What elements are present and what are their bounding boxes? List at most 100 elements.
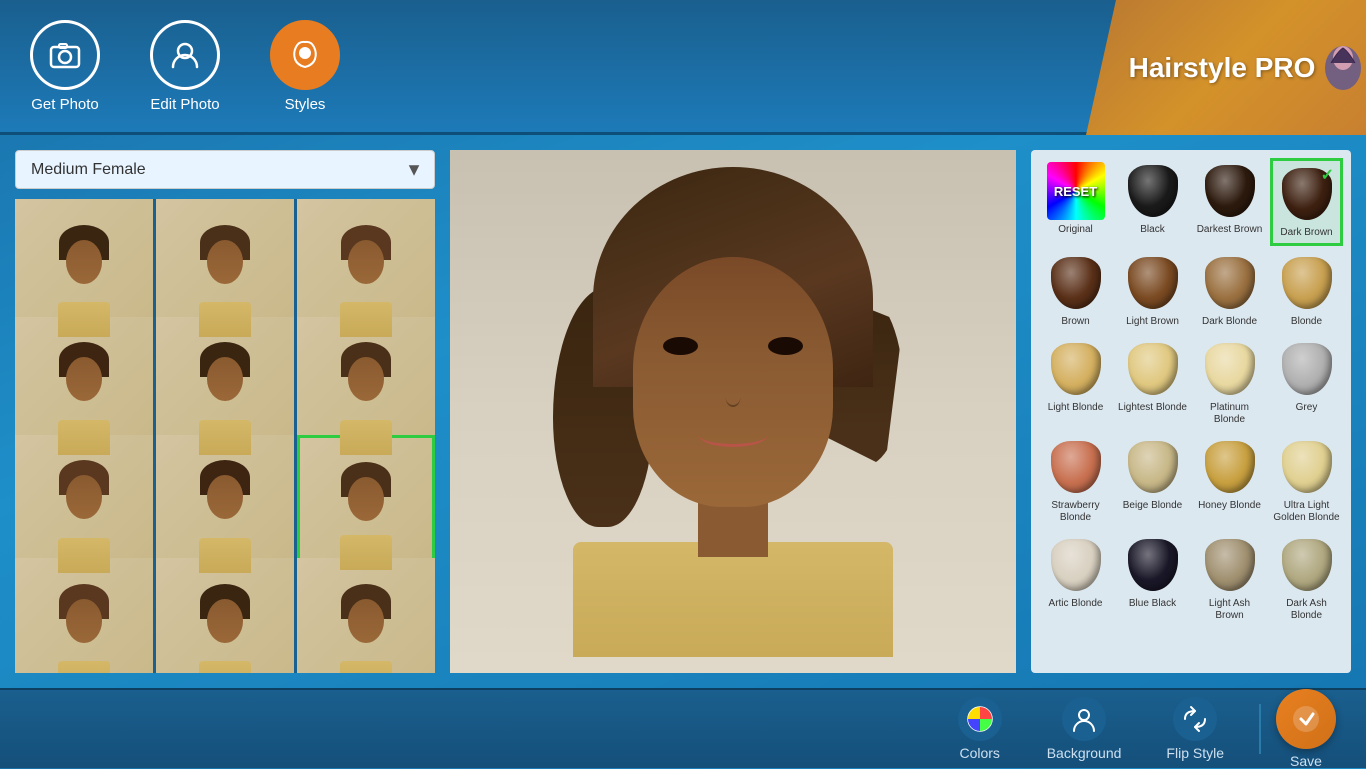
colors-button[interactable]: Colors <box>938 689 1022 769</box>
style-category-select[interactable]: Medium Female Short Female Long Female S… <box>15 150 435 189</box>
style-item-62[interactable]: 62 <box>156 435 294 573</box>
color-item-original[interactable]: RESET Original <box>1039 158 1112 246</box>
style-item-63[interactable]: ✓ <box>297 435 435 573</box>
hair-shape-brown <box>1051 257 1101 309</box>
color-grid: RESET Original Black Darkest Brown ✓Dark Bro… <box>1039 158 1343 626</box>
color-swatch-ultra-light-golden-blonde <box>1278 438 1336 496</box>
styles-label: Styles <box>285 96 326 113</box>
color-item-platinum-blonde[interactable]: Platinum Blonde <box>1193 336 1266 430</box>
color-swatch-lightest-blonde <box>1124 340 1182 398</box>
color-item-light-blonde[interactable]: Light Blonde <box>1039 336 1112 430</box>
color-item-light-brown[interactable]: Light Brown <box>1116 250 1189 332</box>
colors-icon <box>958 697 1002 741</box>
edit-photo-icon <box>150 20 220 90</box>
hair-shape-blonde <box>1282 257 1332 309</box>
save-container: Save <box>1276 689 1336 769</box>
bottom-divider <box>1259 704 1261 754</box>
edit-photo-label: Edit Photo <box>150 96 219 113</box>
color-selected-check-icon: ✓ <box>1321 165 1334 185</box>
hair-shape-darkest-brown <box>1205 165 1255 217</box>
color-swatch-beige-blonde <box>1124 438 1182 496</box>
styles-panel: Medium Female Short Female Long Female S… <box>15 150 435 673</box>
color-name-ultra-light-golden-blonde: Ultra Light Golden Blonde <box>1272 500 1341 524</box>
color-item-ultra-light-golden-blonde[interactable]: Ultra Light Golden Blonde <box>1270 434 1343 528</box>
color-item-light-ash-brown[interactable]: Light Ash Brown <box>1193 532 1266 626</box>
hair-shape-blue-black <box>1128 539 1178 591</box>
color-name-platinum-blonde: Platinum Blonde <box>1195 402 1264 426</box>
color-swatch-black <box>1124 162 1182 220</box>
color-swatch-grey <box>1278 340 1336 398</box>
color-item-strawberry-blonde[interactable]: Strawberry Blonde <box>1039 434 1112 528</box>
flip-style-button[interactable]: Flip Style <box>1146 689 1244 769</box>
color-swatch-artic-blonde <box>1047 536 1105 594</box>
color-item-artic-blonde[interactable]: Artic Blonde <box>1039 532 1112 626</box>
color-swatch-brown <box>1047 254 1105 312</box>
hair-shape-dark-blonde <box>1205 257 1255 309</box>
background-icon <box>1062 697 1106 741</box>
color-name-darkest-brown: Darkest Brown <box>1197 224 1263 236</box>
main-content: Medium Female Short Female Long Female S… <box>0 135 1366 688</box>
app-title: Hairstyle PRO <box>1129 52 1316 84</box>
color-item-dark-blonde[interactable]: Dark Blonde <box>1193 250 1266 332</box>
color-swatch-dark-ash-blonde <box>1278 536 1336 594</box>
color-swatch-light-blonde <box>1047 340 1105 398</box>
color-name-brown: Brown <box>1061 316 1089 328</box>
color-name-honey-blonde: Honey Blonde <box>1198 500 1261 512</box>
hair-shape-light-ash-brown <box>1205 539 1255 591</box>
hair-shape-honey-blonde <box>1205 441 1255 493</box>
style-item-61[interactable]: 61 <box>15 435 153 573</box>
styles-icon <box>270 20 340 90</box>
reset-swatch: RESET <box>1047 162 1105 220</box>
color-item-beige-blonde[interactable]: Beige Blonde <box>1116 434 1189 528</box>
color-item-black[interactable]: Black <box>1116 158 1189 246</box>
hair-shape-light-brown <box>1128 257 1178 309</box>
save-button[interactable] <box>1276 689 1336 749</box>
color-swatch-blonde <box>1278 254 1336 312</box>
color-name-original: Original <box>1058 224 1092 236</box>
hair-shape-artic-blonde <box>1051 539 1101 591</box>
nav-styles[interactable]: Styles <box>270 20 340 113</box>
color-item-grey[interactable]: Grey <box>1270 336 1343 430</box>
color-swatch-blue-black <box>1124 536 1182 594</box>
color-name-strawberry-blonde: Strawberry Blonde <box>1041 500 1110 524</box>
color-item-blue-black[interactable]: Blue Black <box>1116 532 1189 626</box>
flip-style-label: Flip Style <box>1166 745 1224 761</box>
hair-shape-dark-ash-blonde <box>1282 539 1332 591</box>
color-item-dark-brown[interactable]: ✓Dark Brown <box>1270 158 1343 246</box>
color-item-blonde[interactable]: Blonde <box>1270 250 1343 332</box>
get-photo-label: Get Photo <box>31 96 99 113</box>
hair-shape-lightest-blonde <box>1128 343 1178 395</box>
nav-edit-photo[interactable]: Edit Photo <box>150 20 220 113</box>
portrait-display <box>450 150 1016 673</box>
color-name-light-blonde: Light Blonde <box>1048 402 1104 414</box>
style-item-66[interactable]: 66 <box>297 558 435 673</box>
color-item-brown[interactable]: Brown <box>1039 250 1112 332</box>
color-name-grey: Grey <box>1296 402 1318 414</box>
background-button[interactable]: Background <box>1027 689 1142 769</box>
color-swatch-light-ash-brown <box>1201 536 1259 594</box>
portrait-preview <box>450 150 1016 673</box>
nav-get-photo[interactable]: Get Photo <box>30 20 100 113</box>
color-name-blue-black: Blue Black <box>1129 598 1176 610</box>
hair-shape-grey <box>1282 343 1332 395</box>
color-name-blonde: Blonde <box>1291 316 1322 328</box>
color-name-artic-blonde: Artic Blonde <box>1049 598 1103 610</box>
get-photo-icon <box>30 20 100 90</box>
reset-text: RESET <box>1054 184 1097 199</box>
style-item-64[interactable]: 64 <box>15 558 153 673</box>
top-navigation: Get Photo Edit Photo Styles Hairstyle PR… <box>0 0 1366 135</box>
style-item-65[interactable]: 65 <box>156 558 294 673</box>
style-grid: 5556575859606162✓646566 <box>15 199 435 673</box>
color-name-light-brown: Light Brown <box>1126 316 1179 328</box>
color-panel: RESET Original Black Darkest Brown ✓Dark Bro… <box>1031 150 1351 673</box>
color-name-black: Black <box>1140 224 1164 236</box>
color-item-darkest-brown[interactable]: Darkest Brown <box>1193 158 1266 246</box>
color-item-lightest-blonde[interactable]: Lightest Blonde <box>1116 336 1189 430</box>
color-item-honey-blonde[interactable]: Honey Blonde <box>1193 434 1266 528</box>
colors-label: Colors <box>959 745 999 761</box>
color-item-dark-ash-blonde[interactable]: Dark Ash Blonde <box>1270 532 1343 626</box>
color-swatch-darkest-brown <box>1201 162 1259 220</box>
color-swatch-dark-blonde <box>1201 254 1259 312</box>
color-name-dark-ash-blonde: Dark Ash Blonde <box>1272 598 1341 622</box>
hair-shape-strawberry-blonde <box>1051 441 1101 493</box>
